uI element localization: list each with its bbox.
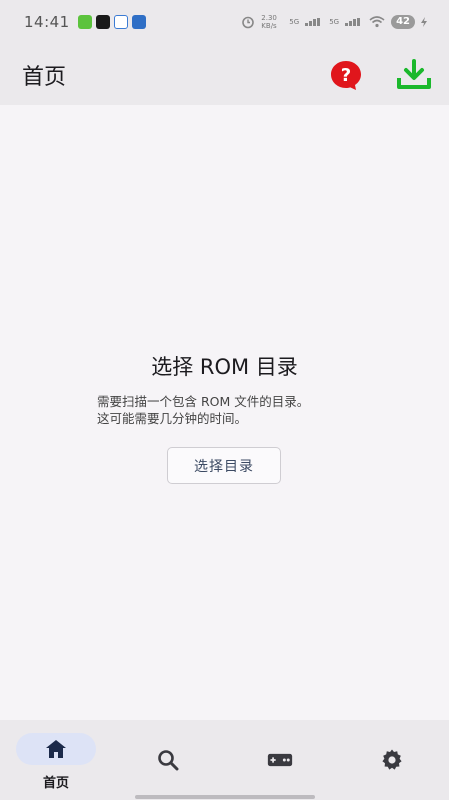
signal-label-2: 5G — [329, 18, 340, 26]
network-speed: 2.30 KB/s — [261, 14, 277, 30]
app-notification-icon — [113, 15, 128, 29]
main-content: 选择 ROM 目录 需要扫描一个包含 ROM 文件的目录。 这可能需要几分钟的时… — [0, 105, 449, 720]
nav-search — [155, 747, 181, 773]
home-indicator — [135, 795, 315, 799]
nav-item-home[interactable]: 首页 — [0, 720, 112, 800]
empty-state-title: 选择 ROM 目录 — [151, 355, 298, 379]
search-icon — [158, 750, 179, 771]
app-notification-icon — [77, 15, 92, 29]
help-button[interactable]: ? — [327, 56, 365, 94]
empty-state-description-line: 需要扫描一个包含 ROM 文件的目录。 — [97, 394, 310, 409]
empty-state-description-line: 这可能需要几分钟的时间。 — [97, 411, 248, 426]
signal-icon — [345, 18, 363, 26]
empty-state-description: 需要扫描一个包含 ROM 文件的目录。 这可能需要几分钟的时间。 — [97, 393, 367, 427]
download-icon — [397, 58, 431, 89]
signal-icon — [305, 18, 323, 26]
signal-label-1: 5G — [289, 18, 300, 26]
nav-settings — [379, 747, 405, 773]
home-icon — [46, 740, 66, 758]
app-bar: 首页 ? — [0, 44, 449, 105]
app-notification-icon — [95, 15, 110, 29]
nav-item-search[interactable] — [112, 720, 224, 800]
nav-games — [267, 747, 293, 773]
nav-label-home: 首页 — [42, 776, 69, 791]
nav-item-games[interactable] — [224, 720, 336, 800]
nav-item-settings[interactable] — [336, 720, 448, 800]
page-title: 首页 — [22, 64, 67, 90]
download-button[interactable] — [395, 56, 433, 94]
svg-text:?: ? — [341, 65, 351, 86]
select-directory-button[interactable]: 选择目录 — [167, 447, 281, 484]
charging-icon — [421, 17, 427, 27]
status-indicators: 2.30 KB/s 5G 5G 42 — [241, 14, 427, 30]
wifi-icon — [369, 16, 385, 28]
notification-icons — [77, 15, 146, 29]
help-icon: ? — [331, 60, 361, 90]
gear-icon — [382, 749, 402, 770]
status-time: 14:41 — [24, 13, 70, 31]
app-notification-icon — [131, 15, 146, 29]
status-bar: 14:41 2.30 KB/s 5G 5G 42 — [0, 0, 449, 44]
alarm-icon — [242, 16, 255, 29]
gamepad-icon — [267, 753, 293, 767]
bottom-navigation: 首页 — [0, 720, 449, 800]
battery-level: 42 — [391, 15, 415, 29]
nav-active-indicator — [16, 733, 96, 765]
